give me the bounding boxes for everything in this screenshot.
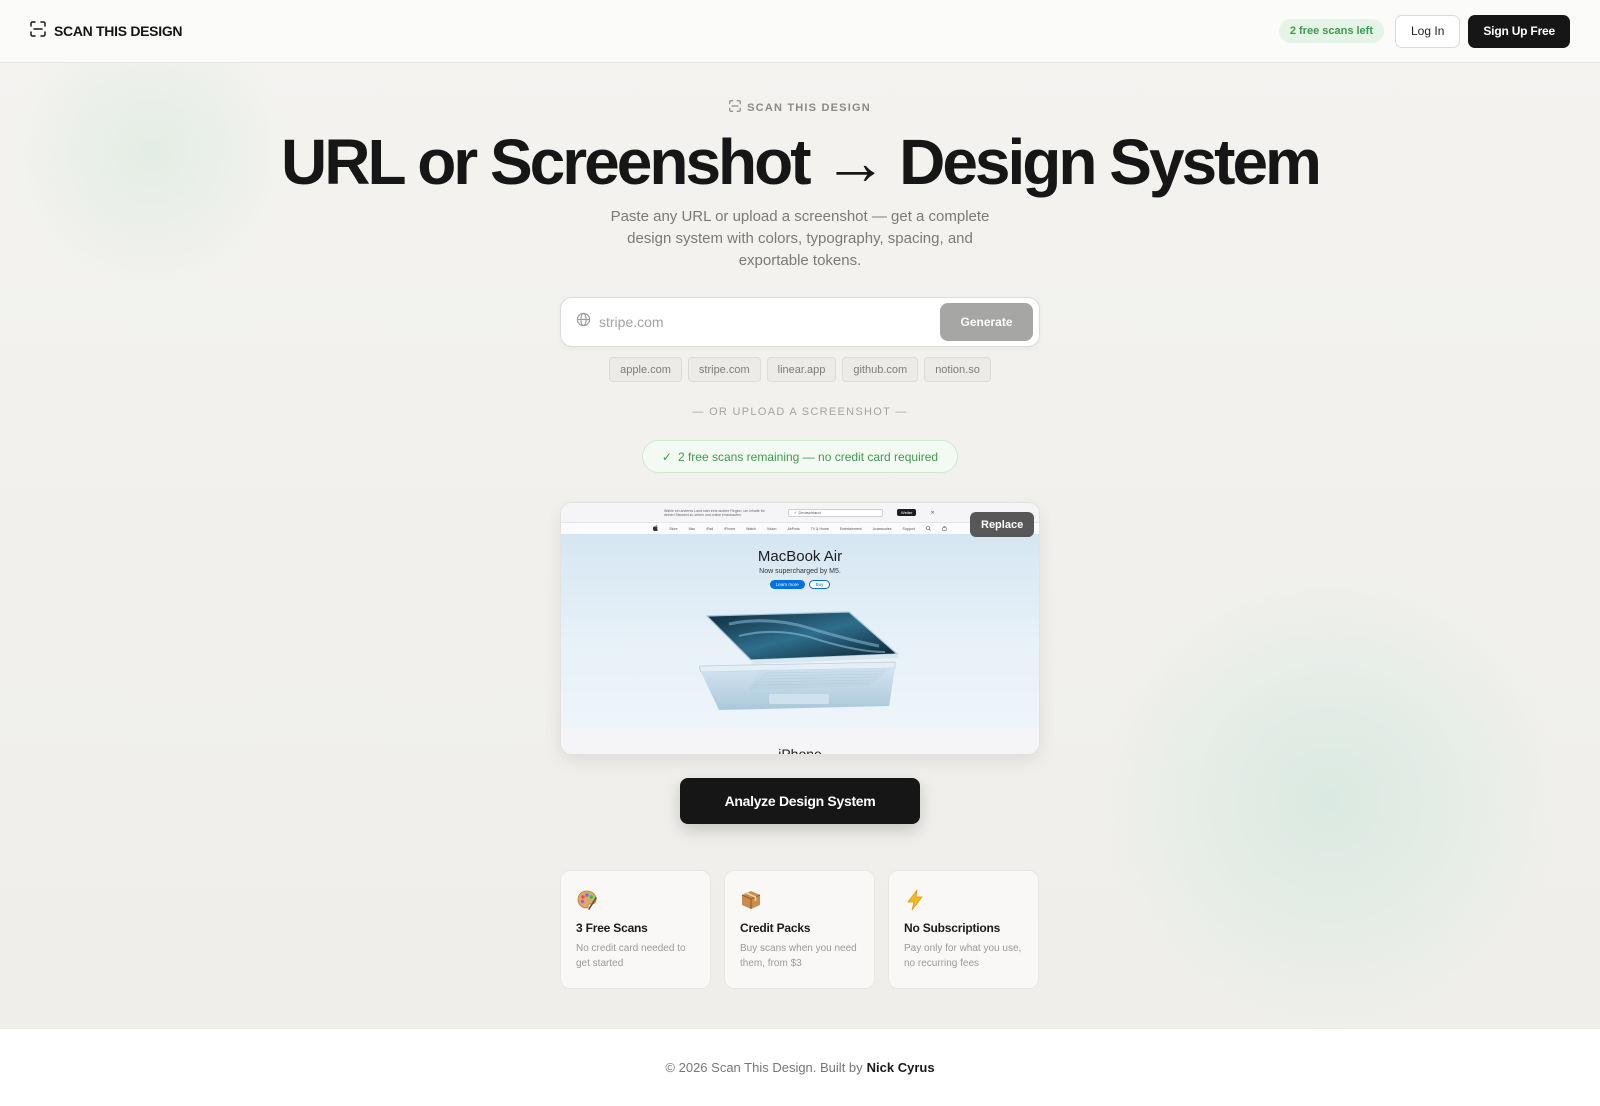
preview-nav-item: Store (669, 526, 678, 531)
feature-description: No credit card needed to get started (576, 943, 686, 969)
eyebrow-text: SCAN THIS DESIGN (747, 101, 871, 114)
feature-title: Credit Packs (740, 921, 811, 935)
feature-description: Pay only for what you use, no recurring … (904, 943, 1022, 969)
package-icon (740, 889, 860, 913)
preview-product-title: MacBook Air (757, 548, 843, 565)
preview-global-nav: Store Mac iPad iPhone Watch Vision AirPo… (561, 523, 1039, 534)
apple-logo-icon (653, 525, 659, 532)
preview-next-section-title: iPhone (561, 728, 1039, 754)
suggestion-chip-linear[interactable]: linear.app (766, 357, 837, 382)
analyze-design-system-button[interactable]: Analyze Design System (680, 778, 920, 824)
scan-frame-icon (30, 20, 46, 42)
feature-title: 3 Free Scans (576, 921, 648, 935)
preview-nav-item: TV & Home (810, 526, 829, 531)
suggestion-chip-stripe[interactable]: stripe.com (687, 357, 761, 382)
brand-home-link[interactable]: SCAN THIS DESIGN (30, 20, 183, 42)
replace-screenshot-button[interactable]: Replace (970, 512, 1035, 537)
header-actions: 2 free scans left Log In Sign Up Free (1278, 14, 1570, 48)
preview-cta-group: Learn more Buy (561, 580, 1039, 589)
globe-icon (576, 312, 591, 332)
preview-learn-more-button: Learn more (769, 580, 805, 589)
top-navigation-bar: SCAN THIS DESIGN 2 free scans left Log I… (0, 0, 1600, 63)
preview-nav-item: iPhone (724, 526, 736, 531)
free-scans-notice-text: 2 free scans remaining — no credit card … (677, 449, 939, 464)
feature-title: No Subscriptions (904, 921, 1001, 935)
check-icon: ✓ (661, 449, 672, 464)
feature-card-free-scans: 3 Free Scans No credit card needed to ge… (560, 870, 711, 989)
brand-name: SCAN THIS DESIGN (54, 23, 183, 39)
preview-nav-item: Vision (766, 526, 777, 531)
suggestion-chip-github[interactable]: github.com (842, 357, 919, 382)
preview-close-icon: ✕ (930, 509, 935, 516)
footer-author-link[interactable]: Nick Cyrus (867, 1060, 935, 1075)
suggestion-chip-apple[interactable]: apple.com (609, 357, 682, 382)
preview-buy-button: Buy (808, 580, 831, 589)
url-suggestions: apple.com stripe.com linear.app github.c… (0, 357, 1600, 382)
signup-button[interactable]: Sign Up Free (1468, 14, 1570, 48)
preview-nav-item: Watch (746, 526, 756, 531)
login-button[interactable]: Log In (1395, 14, 1461, 48)
feature-description: Buy scans when you need them, from $3 (740, 943, 857, 969)
preview-product-tagline: Now supercharged by M5. (759, 568, 841, 575)
screenshot-preview: Wähle ein anderes Land oder eine andere … (560, 502, 1040, 755)
feature-card-credit-packs: Credit Packs Buy scans when you need the… (724, 870, 875, 989)
preview-nav-item: Mac (688, 526, 696, 531)
feature-card-no-subscriptions: No Subscriptions Pay only for what you u… (888, 870, 1039, 989)
preview-region-banner: Wähle ein anderes Land oder eine andere … (561, 503, 1039, 523)
url-form: Generate (560, 297, 1040, 347)
suggestion-chip-notion[interactable]: notion.so (924, 357, 991, 382)
preview-nav-item: AirPods (787, 526, 800, 531)
hero-subtitle: Paste any URL or upload a screenshot — g… (610, 208, 990, 269)
page-title: URL or Screenshot → Design System (281, 126, 1322, 198)
palette-icon (576, 889, 696, 913)
page-footer: © 2026 Scan This Design. Built by Nick C… (0, 1028, 1600, 1106)
preview-search-icon (925, 525, 931, 532)
upload-divider: — OR UPLOAD A SCREENSHOT — (692, 406, 908, 418)
preview-continue-button: Weiter (897, 509, 917, 516)
generate-button[interactable]: Generate (940, 303, 1033, 341)
macbook-illustration (699, 611, 899, 710)
preview-nav-item: Accessories (872, 526, 892, 531)
hero-eyebrow: SCAN THIS DESIGN (0, 100, 1600, 115)
preview-nav-item: iPad (706, 526, 714, 531)
lightning-icon (904, 889, 1024, 913)
preview-country-select: ✓ Deutschland (788, 508, 883, 517)
free-scans-notice: ✓ 2 free scans remaining — no credit car… (642, 440, 958, 473)
preview-nav-item: Entertainment (839, 526, 862, 531)
scan-frame-icon (729, 100, 741, 115)
footer-copyright: © 2026 Scan This Design. Built by (665, 1060, 863, 1075)
preview-nav-item: Support (902, 526, 915, 531)
url-input[interactable] (591, 314, 940, 330)
feature-cards: 3 Free Scans No credit card needed to ge… (560, 870, 1040, 989)
preview-bag-icon (942, 525, 947, 532)
preview-banner-text: Wähle ein anderes Land oder eine andere … (664, 508, 765, 517)
preview-product-hero: MacBook Air Now supercharged by M5. Lear… (561, 534, 1039, 728)
free-scans-badge: 2 free scans left (1278, 19, 1384, 43)
